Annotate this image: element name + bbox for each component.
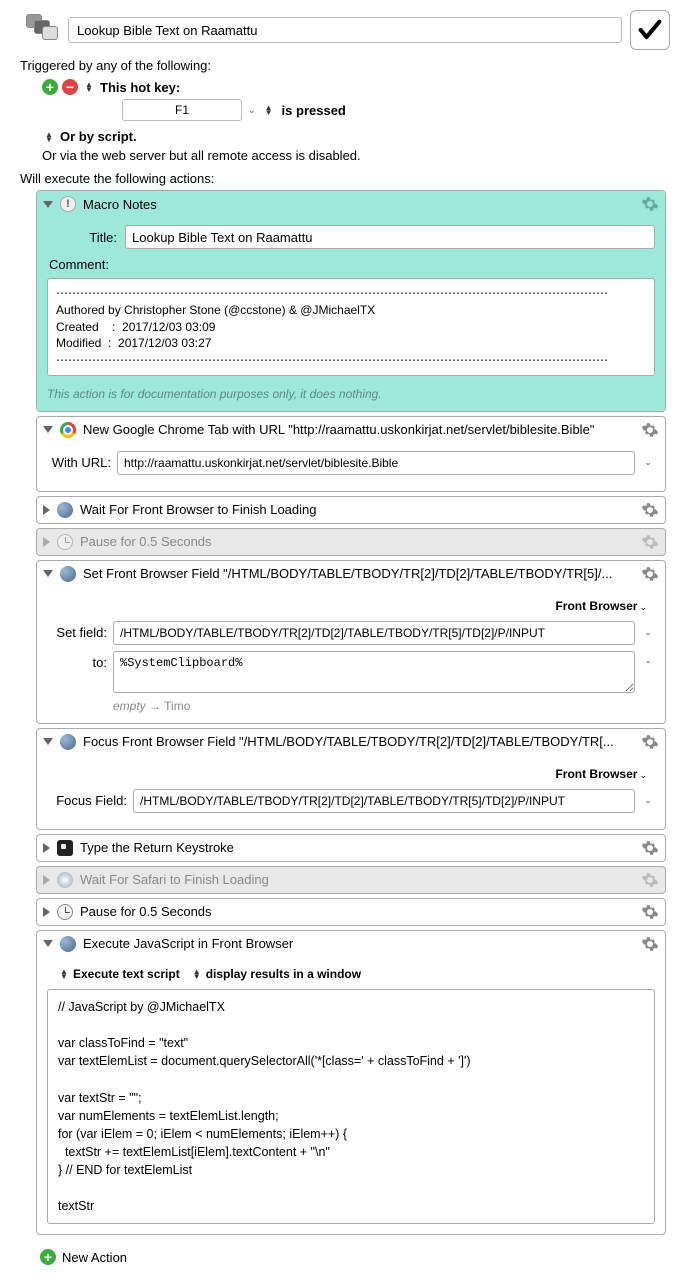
disclosure-icon[interactable] xyxy=(43,505,50,515)
set-field-input[interactable] xyxy=(113,621,635,645)
disclosure-icon[interactable] xyxy=(43,537,50,547)
notes-title-input[interactable] xyxy=(125,225,655,249)
title-label: Title: xyxy=(47,230,117,245)
url-dropdown-icon[interactable]: ⌄ xyxy=(641,457,655,468)
gear-icon[interactable] xyxy=(641,839,659,857)
action-title: Focus Front Browser Field "/HTML/BODY/TA… xyxy=(83,734,635,749)
script-label: Or by script. xyxy=(60,129,137,144)
action-pause-2[interactable]: Pause for 0.5 Seconds xyxy=(36,898,666,926)
disclosure-icon[interactable] xyxy=(43,843,50,853)
disclosure-icon[interactable] xyxy=(43,907,50,917)
gear-icon[interactable] xyxy=(641,565,659,583)
disclosure-icon[interactable] xyxy=(43,426,53,433)
field-dropdown-icon[interactable]: ⌄ xyxy=(641,627,655,638)
remove-trigger-button[interactable]: − xyxy=(62,79,78,95)
add-trigger-button[interactable]: + xyxy=(42,79,58,95)
gear-icon[interactable] xyxy=(641,903,659,921)
gear-icon[interactable] xyxy=(641,733,659,751)
url-label: With URL: xyxy=(47,455,111,470)
hotkey-dropdown-icon[interactable]: ⌄ xyxy=(248,105,256,116)
globe-icon xyxy=(57,502,73,518)
action-wait-safari[interactable]: Wait For Safari to Finish Loading xyxy=(36,866,666,894)
action-title: New Google Chrome Tab with URL "http://r… xyxy=(83,422,635,437)
notes-footer: This action is for documentation purpose… xyxy=(47,387,655,401)
actions-heading: Will execute the following actions: xyxy=(2,171,680,186)
url-input[interactable] xyxy=(117,451,635,475)
action-title: Wait For Front Browser to Finish Loading xyxy=(80,502,635,517)
notes-comment-textarea[interactable]: ⋯⋯⋯⋯⋯⋯⋯⋯⋯⋯⋯⋯⋯⋯⋯⋯⋯⋯⋯⋯⋯⋯⋯⋯⋯⋯⋯⋯⋯⋯⋯⋯⋯⋯⋯⋯⋯⋯⋯⋯… xyxy=(47,278,655,376)
hotkey-label: This hot key: xyxy=(100,80,180,95)
disclosure-icon[interactable] xyxy=(43,570,53,577)
focus-field-input[interactable] xyxy=(133,789,635,813)
display-results-stepper[interactable]: ▲▼ xyxy=(192,969,202,979)
script-stepper[interactable]: ▲▼ xyxy=(44,132,54,142)
action-execute-js[interactable]: Execute JavaScript in Front Browser ▲▼ Ex… xyxy=(36,930,666,1236)
action-macro-notes[interactable]: ! Macro Notes Title: Comment: ⋯⋯⋯⋯⋯⋯⋯⋯⋯⋯… xyxy=(36,190,666,412)
disclosure-icon[interactable] xyxy=(43,940,53,947)
trigger-type-stepper[interactable]: ▲▼ xyxy=(84,82,94,92)
action-pause-1[interactable]: Pause for 0.5 Seconds xyxy=(36,528,666,556)
execute-script-option: Execute text script xyxy=(73,967,180,981)
note-icon: ! xyxy=(60,196,76,212)
gear-icon[interactable] xyxy=(641,871,659,889)
action-title: Set Front Browser Field "/HTML/BODY/TABL… xyxy=(83,566,635,581)
front-browser-label[interactable]: Front Browser xyxy=(555,767,637,781)
pressed-label: is pressed xyxy=(282,103,346,118)
action-focus-field[interactable]: Focus Front Browser Field "/HTML/BODY/TA… xyxy=(36,728,666,830)
action-type-return[interactable]: Type the Return Keystroke xyxy=(36,834,666,862)
to-value-input[interactable]: %SystemClipboard% xyxy=(113,651,635,693)
front-browser-label[interactable]: Front Browser xyxy=(555,599,637,613)
action-set-field[interactable]: Set Front Browser Field "/HTML/BODY/TABL… xyxy=(36,560,666,724)
action-title: Pause for 0.5 Seconds xyxy=(80,534,635,549)
disclosure-icon[interactable] xyxy=(43,875,50,885)
display-results-option: display results in a window xyxy=(206,967,361,981)
clock-icon xyxy=(57,534,73,550)
set-field-label: Set field: xyxy=(47,625,107,640)
chevron-down-icon[interactable]: ⌄ xyxy=(639,770,647,780)
action-wait-browser[interactable]: Wait For Front Browser to Finish Loading xyxy=(36,496,666,524)
enabled-checkbox[interactable] xyxy=(630,10,670,50)
comment-label: Comment: xyxy=(47,257,655,272)
pressed-stepper[interactable]: ▲▼ xyxy=(264,105,274,115)
field-dropdown-icon[interactable]: ⌄ xyxy=(641,795,655,806)
action-title: Execute JavaScript in Front Browser xyxy=(83,936,635,951)
script-source-stepper[interactable]: ▲▼ xyxy=(59,969,69,979)
safari-icon xyxy=(57,872,73,888)
keyboard-icon xyxy=(57,840,73,856)
globe-icon xyxy=(60,936,76,952)
new-action-label: New Action xyxy=(62,1250,127,1265)
add-action-button[interactable]: + xyxy=(40,1249,56,1265)
gear-icon[interactable] xyxy=(641,421,659,439)
macro-title-input[interactable] xyxy=(68,17,622,43)
gear-icon[interactable] xyxy=(641,195,659,213)
globe-icon xyxy=(60,566,76,582)
disclosure-icon[interactable] xyxy=(43,201,53,208)
clock-icon xyxy=(57,904,73,920)
triggers-heading: Triggered by any of the following: xyxy=(2,56,680,79)
action-title: Type the Return Keystroke xyxy=(80,840,635,855)
chrome-icon xyxy=(60,422,76,438)
chevron-down-icon[interactable]: ⌄ xyxy=(639,602,647,612)
disclosure-icon[interactable] xyxy=(43,738,53,745)
gear-icon[interactable] xyxy=(641,935,659,953)
action-title: Wait For Safari to Finish Loading xyxy=(80,872,635,887)
action-title: Pause for 0.5 Seconds xyxy=(80,904,635,919)
globe-icon xyxy=(60,734,76,750)
macro-icon xyxy=(24,12,60,48)
focus-field-label: Focus Field: xyxy=(47,793,127,808)
gear-icon[interactable] xyxy=(641,533,659,551)
to-label: to: xyxy=(47,651,107,670)
javascript-code-area[interactable]: // JavaScript by @JMichaelTX var classTo… xyxy=(47,989,655,1225)
hotkey-input[interactable]: F1 xyxy=(122,99,242,121)
action-title: Macro Notes xyxy=(83,197,635,212)
webserver-text: Or via the web server but all remote acc… xyxy=(2,148,680,163)
action-chrome-tab[interactable]: New Google Chrome Tab with URL "http://r… xyxy=(36,416,666,492)
gear-icon[interactable] xyxy=(641,501,659,519)
empty-hint: empty → Timo xyxy=(47,693,655,713)
to-dropdown-icon[interactable]: ⌄ xyxy=(641,651,655,666)
